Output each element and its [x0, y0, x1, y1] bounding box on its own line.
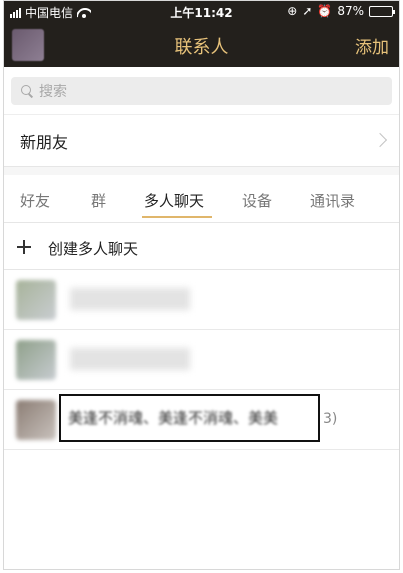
new-friends-label: 新朋友 [20, 132, 69, 152]
chevron-right-icon [372, 132, 388, 148]
tab-groups[interactable]: 群 [91, 190, 106, 211]
search-placeholder: 搜索 [39, 84, 67, 100]
location-icon: ➚ [302, 4, 313, 18]
section-divider [4, 167, 399, 175]
status-bar: 中国电信 上午11:42 ⊕ ➚ ⏰ 87% [4, 1, 399, 23]
top-bar: 中国电信 上午11:42 ⊕ ➚ ⏰ 87% 联系人 添加 [4, 1, 399, 67]
tab-group-chats[interactable]: 多人聊天 [144, 190, 204, 211]
search-area: 搜索 [4, 67, 399, 115]
create-group-chat-label: 创建多人聊天 [48, 240, 139, 258]
create-group-chat-row[interactable]: 创建多人聊天 [4, 224, 399, 270]
page-title: 联系人 [174, 37, 229, 58]
group-chat-item[interactable] [4, 270, 399, 330]
highlighted-group-name[interactable]: 美逢不消魂、美逢不消魂、美美 [59, 394, 320, 442]
contact-tabs: 好友 群 多人聊天 设备 通讯录 [4, 175, 399, 223]
group-name-blurred [70, 348, 190, 370]
rotation-lock-icon: ⊕ [287, 4, 298, 18]
plus-icon [17, 240, 31, 254]
battery-icon [369, 5, 395, 17]
battery-percent: 87% [337, 4, 364, 18]
group-avatar [16, 340, 56, 380]
group-avatar [16, 400, 56, 440]
group-name-blurred [70, 288, 190, 310]
tab-friends[interactable]: 好友 [20, 190, 50, 211]
group-name: 美逢不消魂、美逢不消魂、美美 [68, 409, 279, 427]
status-right: ⊕ ➚ ⏰ 87% [287, 4, 395, 18]
tab-address-book[interactable]: 通讯录 [310, 190, 355, 211]
new-friends-row[interactable]: 新朋友 [4, 115, 399, 167]
phone-screen: 中国电信 上午11:42 ⊕ ➚ ⏰ 87% 联系人 添加 搜索 新朋友 好友 … [3, 0, 400, 570]
add-button[interactable]: 添加 [355, 33, 389, 58]
nav-bar: 联系人 添加 [4, 23, 399, 67]
tab-devices[interactable]: 设备 [242, 190, 272, 211]
alarm-icon: ⏰ [317, 4, 333, 18]
search-input[interactable]: 搜索 [11, 77, 392, 105]
group-chat-item[interactable] [4, 330, 399, 390]
search-icon [21, 85, 33, 97]
group-avatar [16, 280, 56, 320]
active-tab-indicator [142, 216, 212, 218]
member-count: 3) [323, 411, 338, 427]
